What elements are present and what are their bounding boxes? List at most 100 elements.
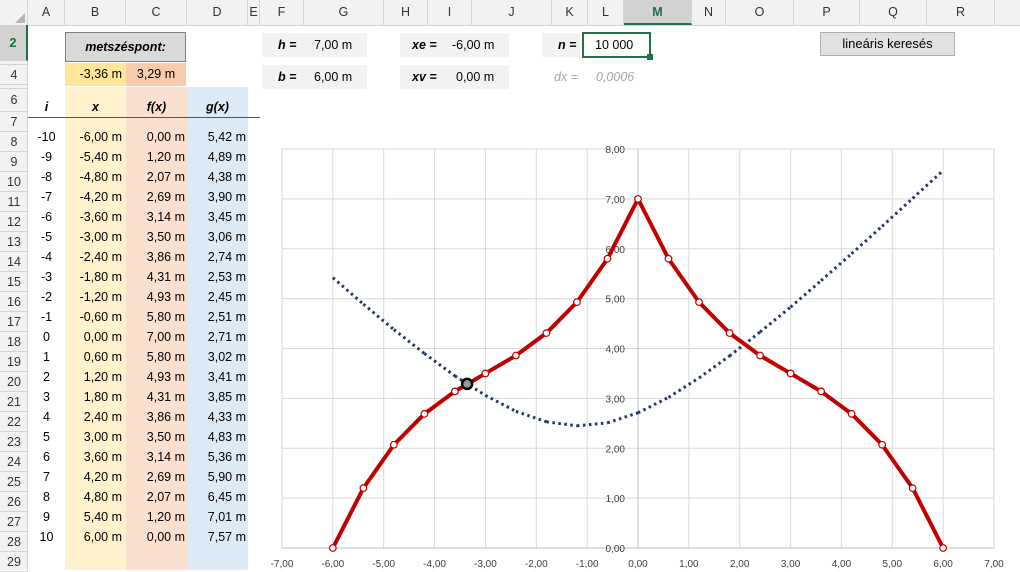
cell-fx[interactable]: 2,07 m <box>126 487 185 507</box>
param-xv-value[interactable]: 0,00 m <box>456 65 494 89</box>
cell-gx[interactable]: 3,45 m <box>187 207 246 227</box>
cell-x[interactable]: 1,20 m <box>65 367 122 387</box>
intersection-x[interactable]: -3,36 m <box>65 63 126 86</box>
cell-fx[interactable]: 5,80 m <box>126 307 185 327</box>
cell-gx[interactable]: 3,06 m <box>187 227 246 247</box>
cell-fx[interactable]: 3,50 m <box>126 227 185 247</box>
row-header-22[interactable]: 22 <box>0 412 28 432</box>
param-n-input[interactable]: 10 000 <box>582 32 651 58</box>
cell-fx[interactable]: 3,86 m <box>126 407 185 427</box>
cell-x[interactable]: -6,00 m <box>65 127 122 147</box>
cell-x[interactable]: -0,60 m <box>65 307 122 327</box>
cell-gx[interactable]: 2,71 m <box>187 327 246 347</box>
column-header-B[interactable]: B <box>65 0 126 25</box>
cell-gx[interactable]: 7,57 m <box>187 527 246 547</box>
row-header-25[interactable]: 25 <box>0 472 28 492</box>
column-header-I[interactable]: I <box>428 0 472 25</box>
cell-fx[interactable]: 5,80 m <box>126 347 185 367</box>
column-header-L[interactable]: L <box>588 0 624 25</box>
select-all-corner[interactable] <box>0 0 28 25</box>
column-header-P[interactable]: P <box>794 0 860 25</box>
cell-x[interactable]: 6,00 m <box>65 527 122 547</box>
row-header-10[interactable]: 10 <box>0 172 28 192</box>
cell-x[interactable]: -3,60 m <box>65 207 122 227</box>
intersection-y[interactable]: 3,29 m <box>126 63 186 86</box>
cell-i[interactable]: 7 <box>28 467 65 487</box>
row-header-18[interactable]: 18 <box>0 332 28 352</box>
cell-fx[interactable]: 2,07 m <box>126 167 185 187</box>
row-header-11[interactable]: 11 <box>0 192 28 212</box>
cell-i[interactable]: -3 <box>28 267 65 287</box>
cell-i[interactable]: 8 <box>28 487 65 507</box>
column-header-A[interactable]: A <box>28 0 65 25</box>
column-header-N[interactable]: N <box>692 0 726 25</box>
cell-gx[interactable]: 5,36 m <box>187 447 246 467</box>
cell-gx[interactable]: 2,45 m <box>187 287 246 307</box>
param-h-value[interactable]: 7,00 m <box>314 33 352 57</box>
cell-i[interactable]: -2 <box>28 287 65 307</box>
cell-fx[interactable]: 0,00 m <box>126 127 185 147</box>
cell-gx[interactable]: 2,51 m <box>187 307 246 327</box>
row-header-14[interactable]: 14 <box>0 252 28 272</box>
column-header-F[interactable]: F <box>260 0 304 25</box>
column-header-H[interactable]: H <box>384 0 428 25</box>
cell-i[interactable]: -1 <box>28 307 65 327</box>
cell-gx[interactable]: 3,02 m <box>187 347 246 367</box>
cell-gx[interactable]: 3,90 m <box>187 187 246 207</box>
cell-fx[interactable]: 4,31 m <box>126 267 185 287</box>
cell-x[interactable]: -1,20 m <box>65 287 122 307</box>
cell-i[interactable]: 10 <box>28 527 65 547</box>
cell-i[interactable]: -7 <box>28 187 65 207</box>
row-header-17[interactable]: 17 <box>0 312 28 332</box>
column-header-M[interactable]: M <box>624 0 692 25</box>
column-header-S[interactable]: S <box>995 0 1020 25</box>
cell-gx[interactable]: 4,83 m <box>187 427 246 447</box>
column-header-Q[interactable]: Q <box>860 0 927 25</box>
row-header-7[interactable]: 7 <box>0 112 28 132</box>
row-header-6[interactable]: 6 <box>0 89 28 112</box>
fill-handle[interactable] <box>647 54 653 60</box>
row-header-19[interactable]: 19 <box>0 352 28 372</box>
cell-i[interactable]: -5 <box>28 227 65 247</box>
cell-fx[interactable]: 3,14 m <box>126 447 185 467</box>
column-header-G[interactable]: G <box>304 0 384 25</box>
cell-gx[interactable]: 3,41 m <box>187 367 246 387</box>
row-header-4[interactable]: 4 <box>0 65 28 85</box>
cell-fx[interactable]: 3,86 m <box>126 247 185 267</box>
cell-gx[interactable]: 2,53 m <box>187 267 246 287</box>
column-header-O[interactable]: O <box>726 0 794 25</box>
cell-x[interactable]: 3,60 m <box>65 447 122 467</box>
cell-gx[interactable]: 5,90 m <box>187 467 246 487</box>
row-header-21[interactable]: 21 <box>0 392 28 412</box>
cell-i[interactable]: 3 <box>28 387 65 407</box>
cell-gx[interactable]: 4,33 m <box>187 407 246 427</box>
cell-x[interactable]: 2,40 m <box>65 407 122 427</box>
cell-fx[interactable]: 4,93 m <box>126 287 185 307</box>
column-header-J[interactable]: J <box>472 0 552 25</box>
cell-fx[interactable]: 2,69 m <box>126 467 185 487</box>
cell-i[interactable]: -8 <box>28 167 65 187</box>
cell-gx[interactable]: 4,89 m <box>187 147 246 167</box>
param-xe-value[interactable]: -6,00 m <box>452 33 494 57</box>
column-header-K[interactable]: K <box>552 0 588 25</box>
cell-fx[interactable]: 1,20 m <box>126 147 185 167</box>
column-header-E[interactable]: E <box>248 0 260 25</box>
column-header-R[interactable]: R <box>927 0 995 25</box>
cell-gx[interactable]: 5,42 m <box>187 127 246 147</box>
row-header-2[interactable]: 2 <box>0 25 28 61</box>
cell-x[interactable]: -4,80 m <box>65 167 122 187</box>
cell-x[interactable]: -1,80 m <box>65 267 122 287</box>
cell-i[interactable]: -9 <box>28 147 65 167</box>
cell-x[interactable]: 0,00 m <box>65 327 122 347</box>
row-header-28[interactable]: 28 <box>0 532 28 552</box>
cell-i[interactable]: 6 <box>28 447 65 467</box>
row-header-9[interactable]: 9 <box>0 152 28 172</box>
cell-fx[interactable]: 3,14 m <box>126 207 185 227</box>
cell-fx[interactable]: 7,00 m <box>126 327 185 347</box>
cell-x[interactable]: 4,20 m <box>65 467 122 487</box>
row-header-23[interactable]: 23 <box>0 432 28 452</box>
param-b-value[interactable]: 6,00 m <box>314 65 352 89</box>
cell-i[interactable]: -4 <box>28 247 65 267</box>
row-header-29[interactable]: 29 <box>0 552 28 572</box>
row-header-13[interactable]: 13 <box>0 232 28 252</box>
